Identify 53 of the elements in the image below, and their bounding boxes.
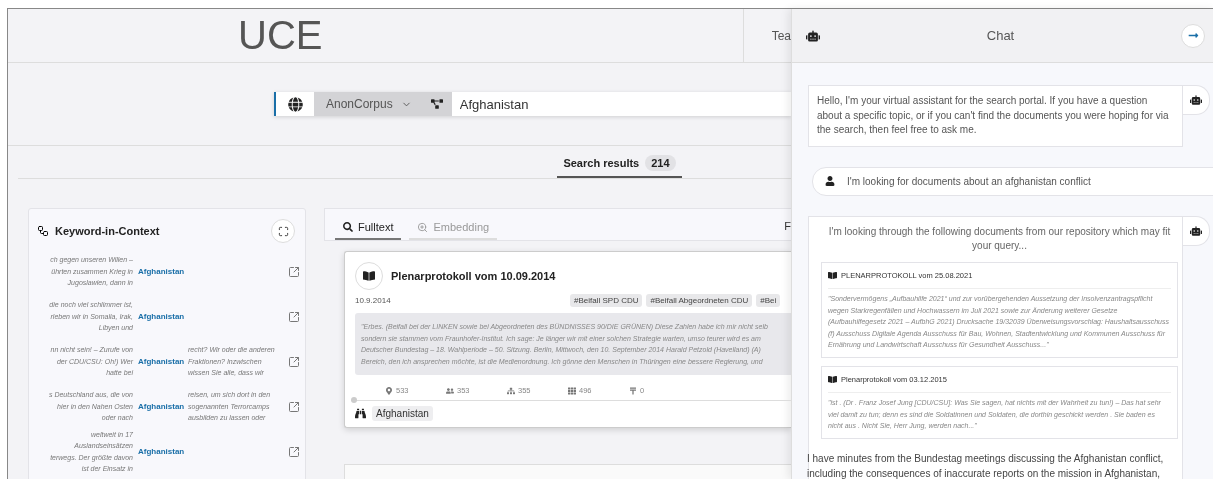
arrow-right-icon	[1187, 30, 1199, 41]
external-link-icon[interactable]	[288, 445, 300, 458]
external-link-icon[interactable]	[288, 355, 300, 368]
expand-icon	[277, 225, 289, 237]
document-card[interactable]	[821, 261, 1178, 358]
result-card[interactable]	[344, 251, 791, 428]
location-icon	[385, 386, 393, 395]
chat-message: Hello, I'm your virtual assistant for the search portal. If you have a question about a specific topic, or if you can't find the documents you were hoping for via the search, then feel free to ask me.	[808, 85, 1183, 147]
robot-icon	[1183, 85, 1210, 115]
result-date: 10.9.2014	[355, 296, 392, 305]
panel-title: Keyword-in-Context	[55, 225, 161, 237]
logo[interactable]: UCE	[238, 13, 323, 57]
external-link-icon[interactable]	[288, 310, 300, 323]
search-bar[interactable]: AnonCorpus Afghanistan	[274, 92, 791, 116]
message-text: I have minutes from the Bundestag meetings discussing the Afghanistan conflict, including the consequences of inaccurate reports on the mission in Afghanistan,	[807, 451, 1165, 479]
organisations-icon	[507, 386, 515, 395]
tag[interactable]: #Bei	[756, 294, 781, 307]
keyword: Afghanistan	[137, 447, 186, 456]
tab-label[interactable]: F	[784, 220, 791, 240]
external-link-icon[interactable]	[288, 265, 300, 278]
network-icon[interactable]	[421, 92, 452, 116]
keyword-tag: Afghanistan	[372, 406, 433, 421]
grid-icon	[568, 386, 576, 395]
book-icon	[828, 375, 837, 385]
message-text: I'm looking through the following documents from our repository which may fit your query...	[827, 224, 1172, 253]
search-icon	[343, 222, 353, 232]
tag[interactable]: #Beifall SPD CDU	[570, 294, 643, 307]
nav-link[interactable]: Tea	[771, 28, 791, 43]
results-tab[interactable]: Search results 214	[557, 152, 682, 178]
corpus-select[interactable]: AnonCorpus	[314, 92, 422, 116]
external-link-icon[interactable]	[288, 400, 300, 413]
keyword: Afghanistan	[137, 312, 186, 321]
robot-icon	[806, 28, 820, 43]
tag[interactable]: #Beifall Abgeordneten CDU	[646, 294, 753, 307]
document-card[interactable]	[821, 365, 1178, 439]
chat-title: Chat	[985, 28, 1016, 43]
keyword: Afghanistan	[137, 357, 186, 366]
result-title[interactable]: Plenarprotokoll vom 10.09.2014	[391, 270, 556, 282]
expand-button[interactable]	[271, 219, 295, 243]
keyword: Afghanistan	[137, 267, 186, 276]
binoculars-icon	[355, 408, 366, 419]
persons-icon	[446, 386, 454, 395]
nodes-icon	[37, 225, 49, 237]
timeline-dot	[351, 397, 357, 403]
zoom-icon	[417, 221, 429, 233]
result-count: 214	[645, 155, 676, 171]
close-chat-button[interactable]	[1181, 23, 1205, 48]
user-icon	[825, 176, 835, 186]
book-icon	[828, 271, 837, 281]
keyword: Afghanistan	[137, 402, 186, 411]
taxon-icon	[629, 386, 637, 395]
message-text: I'm looking for documents about an afghanistan conflict	[847, 175, 1091, 187]
mode-tab[interactable]: Fulltext	[335, 221, 402, 240]
